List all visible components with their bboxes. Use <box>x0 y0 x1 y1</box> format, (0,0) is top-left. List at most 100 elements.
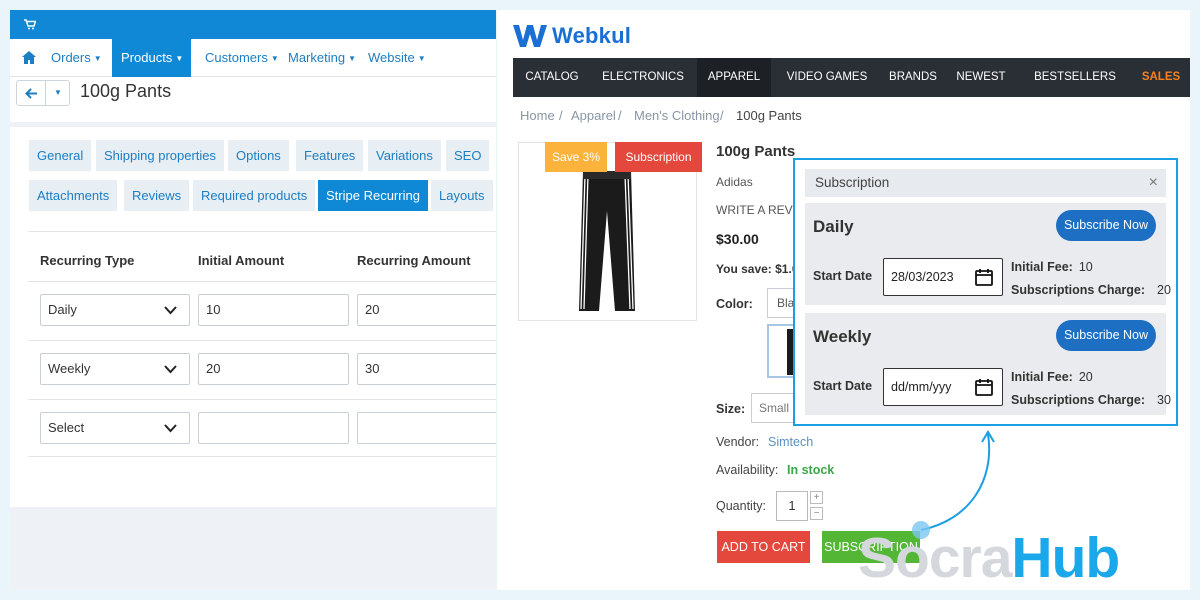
recurring-amount-input[interactable] <box>357 412 496 444</box>
color-label: Color: <box>716 297 753 311</box>
tab-reviews[interactable]: Reviews <box>124 180 190 211</box>
nav-brands[interactable]: BRANDS <box>881 58 945 97</box>
chevron-down-icon <box>164 424 177 433</box>
product-brand[interactable]: Adidas <box>716 175 753 189</box>
breadcrumb-separator: / <box>720 108 724 123</box>
subscribe-now-button[interactable]: Subscribe Now <box>1056 210 1156 241</box>
quantity-input[interactable]: 1 <box>776 491 808 521</box>
start-date-input[interactable]: dd/mm/yyy <box>883 368 1003 406</box>
plan-card-weekly: Weekly Subscribe Now Start Date dd/mm/yy… <box>805 313 1171 415</box>
connector-arrow <box>912 430 995 539</box>
initial-fee-value: 20 <box>1078 370 1093 384</box>
breadcrumb-home[interactable]: Home <box>520 108 555 123</box>
nav-apparel[interactable]: APPAREL <box>697 58 771 97</box>
col-header-initial-amount: Initial Amount <box>198 253 285 268</box>
charge-value: 20 <box>1157 283 1171 297</box>
initial-amount-input[interactable]: 10 <box>198 294 349 326</box>
write-review-link[interactable]: WRITE A REVIE <box>716 203 804 217</box>
tab-required-products[interactable]: Required products <box>193 180 316 211</box>
menu-orders-label: Orders <box>51 50 91 65</box>
tab-general[interactable]: General <box>29 140 92 171</box>
plan-name: Weekly <box>813 327 872 346</box>
start-date-input[interactable]: 28/03/2023 <box>883 258 1003 296</box>
charge-label: Subscriptions Charge: <box>1011 283 1146 297</box>
chevron-down-icon: ▼ <box>54 88 62 97</box>
nav-bestsellers[interactable]: BESTSELLERS <box>1025 58 1125 97</box>
recurring-type-value: Select <box>48 420 85 435</box>
menu-website[interactable]: Website ▼ <box>359 39 435 77</box>
calendar-icon[interactable] <box>975 378 993 396</box>
history-dropdown-button[interactable]: ▼ <box>46 80 70 106</box>
chevron-down-icon: ▼ <box>175 54 184 63</box>
quantity-increase-button[interactable]: + <box>810 491 823 504</box>
menu-products-label: Products <box>121 50 173 65</box>
nav-electronics[interactable]: ELECTRONICS <box>591 58 695 97</box>
nav-video-games[interactable]: VIDEO GAMES <box>773 58 881 97</box>
admin-top-bar <box>10 10 496 39</box>
subscriptions-charge-row: Subscriptions Charge: <box>1011 393 1151 407</box>
nav-catalog[interactable]: CATALOG <box>513 58 591 97</box>
quantity-label: Quantity: <box>716 499 767 513</box>
initial-fee-label: Initial Fee: <box>1011 260 1073 274</box>
close-icon[interactable]: × <box>1149 169 1158 197</box>
tab-layouts[interactable]: Layouts <box>431 180 493 211</box>
breadcrumb-apparel[interactable]: Apparel <box>571 108 616 123</box>
menu-marketing-label: Marketing <box>288 50 346 65</box>
start-date-label: Start Date <box>813 379 873 393</box>
tab-features[interactable]: Features <box>296 140 364 171</box>
nav-newest[interactable]: NEWEST <box>949 58 1013 97</box>
menu-customers[interactable]: Customers ▼ <box>196 39 288 77</box>
admin-panel: Orders ▼ Products ▼ Customers ▼ Marketing ▼ … <box>10 10 496 590</box>
initial-amount-input[interactable]: 20 <box>198 353 349 385</box>
menu-orders[interactable]: Orders ▼ <box>42 39 111 77</box>
initial-fee-row: Initial Fee: 20 <box>1011 370 1093 384</box>
home-icon[interactable] <box>22 51 36 64</box>
you-save-text: You save: $1.0 <box>716 262 799 276</box>
cart-icon[interactable] <box>24 19 36 30</box>
menu-marketing[interactable]: Marketing ▼ <box>279 39 365 77</box>
row-divider <box>28 456 496 457</box>
col-header-recurring-amount: Recurring Amount <box>357 253 471 268</box>
product-name: 100g Pants <box>716 143 796 160</box>
initial-amount-input[interactable] <box>198 412 349 444</box>
add-to-cart-button[interactable]: ADD TO CART <box>717 531 810 563</box>
calendar-icon[interactable] <box>975 268 993 286</box>
tab-attachments[interactable]: Attachments <box>29 180 118 211</box>
tab-stripe-recurring[interactable]: Stripe Recurring <box>318 180 428 211</box>
chevron-down-icon: ▼ <box>93 54 102 63</box>
breadcrumb-mens-clothing[interactable]: Men's Clothing <box>634 108 720 123</box>
nav-sales[interactable]: SALES <box>1133 58 1189 97</box>
chevron-down-icon <box>164 365 177 374</box>
recurring-amount-input[interactable]: 30 <box>357 353 496 385</box>
recurring-type-select[interactable]: Weekly <box>40 353 190 385</box>
socrahub-watermark: SocraHub <box>858 525 1120 591</box>
breadcrumb-current: 100g Pants <box>736 108 802 123</box>
product-price: $30.00 <box>716 231 759 247</box>
store-logo-text[interactable]: Webkul <box>552 23 631 49</box>
initial-fee-value: 10 <box>1078 260 1093 274</box>
tab-shipping-properties[interactable]: Shipping properties <box>96 140 225 171</box>
vendor-label: Vendor: <box>716 435 760 449</box>
recurring-type-select[interactable]: Daily <box>40 294 190 326</box>
back-button[interactable] <box>16 80 46 106</box>
tab-options[interactable]: Options <box>228 140 289 171</box>
recurring-type-select[interactable]: Select <box>40 412 190 444</box>
store-nav: CATALOG ELECTRONICS APPAREL VIDEO GAMES … <box>513 58 1190 97</box>
availability-label: Availability: <box>716 463 779 477</box>
watermark-part1: Socra <box>858 526 1012 590</box>
quantity-decrease-button[interactable]: − <box>810 507 823 520</box>
recurring-amount-input[interactable]: 20 <box>357 294 496 326</box>
chevron-down-icon: ▼ <box>417 54 426 63</box>
plan-name: Daily <box>813 217 854 236</box>
tab-seo[interactable]: SEO <box>446 140 490 171</box>
webkul-logo-icon[interactable] <box>513 24 547 48</box>
recurring-type-value: Daily <box>48 302 77 317</box>
menu-website-label: Website <box>368 50 415 65</box>
tab-variations[interactable]: Variations <box>368 140 441 171</box>
subscribe-now-button[interactable]: Subscribe Now <box>1056 320 1156 351</box>
breadcrumb-separator: / <box>618 108 622 123</box>
menu-products[interactable]: Products ▼ <box>112 39 191 77</box>
initial-fee-label: Initial Fee: <box>1011 370 1073 384</box>
vendor-link[interactable]: Simtech <box>768 435 813 449</box>
popup-header: Subscription × <box>805 169 1166 197</box>
